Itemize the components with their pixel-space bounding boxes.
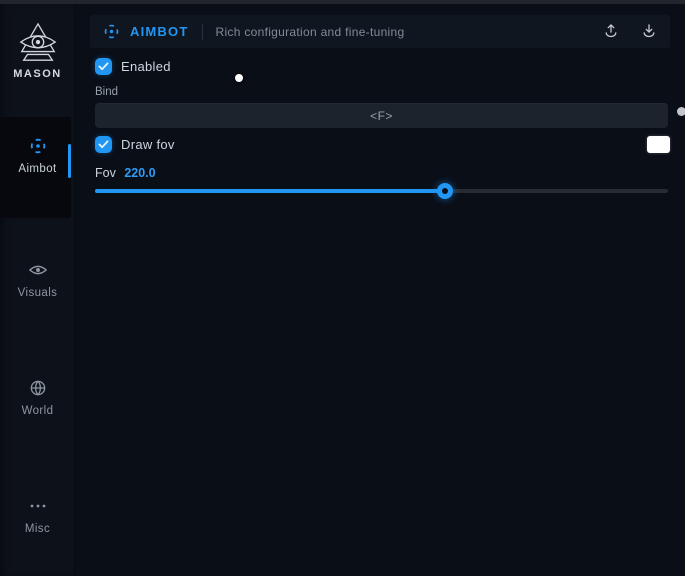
fov-slider[interactable] <box>95 183 668 199</box>
sidebar-item-visuals[interactable]: Visuals <box>0 260 75 299</box>
header-actions <box>598 20 662 44</box>
ellipsis-icon <box>0 496 75 516</box>
page-title: AIMBOT <box>130 24 188 39</box>
bind-label: Bind <box>95 86 118 98</box>
fov-slider-fill <box>95 189 445 193</box>
upload-icon <box>603 22 619 42</box>
sidebar-item-misc[interactable]: Misc <box>0 496 75 535</box>
fov-color-picker[interactable] <box>647 136 670 153</box>
mason-logo-icon <box>0 22 75 64</box>
sidebar-item-world[interactable]: World <box>0 378 75 417</box>
sidebar-item-label: World <box>0 405 75 417</box>
enabled-checkbox-row[interactable]: Enabled <box>95 58 171 75</box>
sidebar: MASON Aimbot Visuals <box>0 4 75 576</box>
main-panel: AIMBOT Rich configuration and fine-tunin… <box>75 4 685 576</box>
globe-icon <box>0 378 75 398</box>
bind-key-input[interactable]: <F> <box>95 103 668 128</box>
download-icon <box>641 22 657 42</box>
enabled-label: Enabled <box>121 59 171 74</box>
app-logo-label: MASON <box>0 68 75 80</box>
mouse-cursor <box>235 74 243 82</box>
fov-label: Fov <box>95 166 116 180</box>
crosshair-icon <box>103 23 120 40</box>
draw-fov-label: Draw fov <box>121 137 175 152</box>
sidebar-item-aimbot[interactable]: Aimbot <box>0 136 75 175</box>
page-header: AIMBOT Rich configuration and fine-tunin… <box>90 15 670 48</box>
fov-value: 220.0 <box>124 166 155 180</box>
page-subtitle: Rich configuration and fine-tuning <box>215 25 404 39</box>
draw-fov-checkbox-row[interactable]: Draw fov <box>95 136 175 153</box>
bind-key-value: <F> <box>370 109 393 123</box>
import-config-button[interactable] <box>636 20 662 44</box>
aimbot-settings-window: MASON Aimbot Visuals <box>0 0 685 576</box>
eye-icon <box>0 260 75 280</box>
header-divider <box>202 24 203 40</box>
checkbox-checked-icon[interactable] <box>95 136 112 153</box>
export-config-button[interactable] <box>598 20 624 44</box>
fov-label-row: Fov 220.0 <box>95 166 156 180</box>
crosshair-icon <box>0 136 75 156</box>
sidebar-item-label: Misc <box>0 523 75 535</box>
stray-dot <box>677 107 685 116</box>
fov-slider-thumb[interactable] <box>437 183 453 199</box>
sidebar-item-label: Aimbot <box>0 163 75 175</box>
checkbox-checked-icon[interactable] <box>95 58 112 75</box>
sidebar-item-label: Visuals <box>0 287 75 299</box>
app-logo: MASON <box>0 22 75 80</box>
